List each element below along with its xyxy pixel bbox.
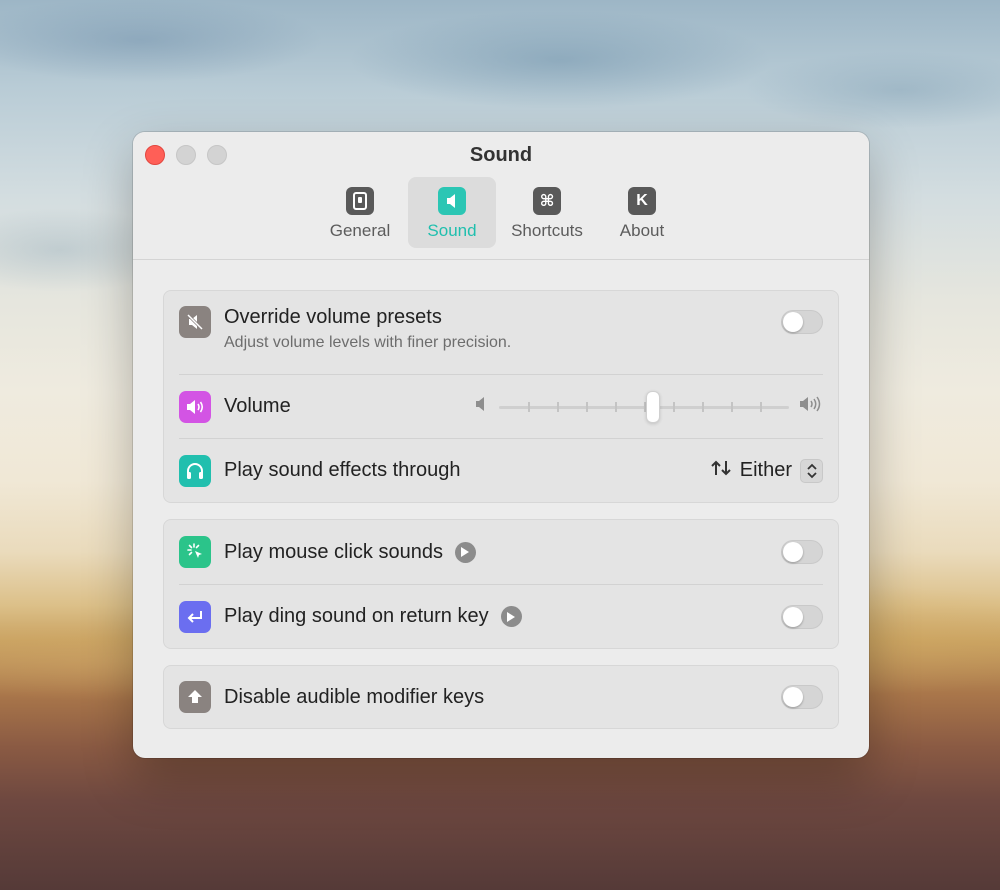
volume-group: Override volume presets Adjust volume le…	[163, 290, 839, 503]
toolbar: Sound General Sound ⌘ Shortcuts K About	[133, 132, 869, 260]
toggle-knob	[783, 312, 803, 332]
tab-shortcuts-label: Shortcuts	[511, 221, 583, 240]
sound-output-row: Play sound effects through Either	[179, 438, 823, 502]
sound-output-label: Play sound effects through	[224, 459, 461, 481]
volume-high-icon	[799, 395, 823, 418]
modifier-keys-label: Disable audible modifier keys	[224, 685, 485, 708]
tab-shortcuts[interactable]: ⌘ Shortcuts	[500, 177, 594, 248]
settings-window: Sound General Sound ⌘ Shortcuts K About	[133, 132, 869, 758]
slider-tick	[586, 401, 588, 412]
shift-key-icon	[179, 681, 211, 713]
mouse-click-row: Play mouse click sounds	[179, 520, 823, 584]
volume-slider[interactable]	[499, 390, 789, 423]
slider-tick	[702, 401, 704, 412]
window-title: Sound	[469, 144, 533, 166]
general-icon	[346, 187, 374, 215]
volume-slider-control	[475, 390, 823, 423]
slider-tick	[731, 401, 733, 412]
speaker-icon	[438, 187, 466, 215]
override-volume-row: Override volume presets Adjust volume le…	[179, 291, 823, 374]
play-preview-icon[interactable]	[454, 541, 476, 563]
arrows-swap-icon	[710, 459, 732, 483]
chevron-updown-icon	[800, 458, 823, 483]
command-icon: ⌘	[533, 187, 561, 215]
preferences-tabs: General Sound ⌘ Shortcuts K About	[133, 177, 869, 248]
volume-low-icon	[475, 396, 489, 417]
toggle-knob	[783, 606, 803, 627]
sound-output-value: Either	[739, 459, 792, 481]
override-toggle[interactable]	[781, 310, 823, 334]
modifier-group: Disable audible modifier keys	[163, 665, 839, 729]
modifier-keys-toggle[interactable]	[781, 685, 823, 709]
override-label: Override volume presets	[224, 306, 442, 328]
slider-tick	[673, 401, 675, 412]
slider-tick	[760, 401, 762, 412]
about-icon: K	[628, 187, 656, 215]
volume-label: Volume	[224, 395, 291, 417]
feedback-group: Play mouse click sounds Play ding sound …	[163, 519, 839, 649]
return-ding-toggle[interactable]	[781, 604, 823, 629]
tab-general[interactable]: General	[316, 177, 404, 248]
return-ding-label: Play ding sound on return key	[224, 605, 489, 627]
slider-tick	[615, 401, 617, 412]
speaker-wave-icon	[179, 390, 211, 423]
slider-tick	[557, 401, 559, 412]
return-key-icon	[179, 600, 211, 633]
override-description: Adjust volume levels with finer precisio…	[224, 334, 512, 351]
mouse-click-label: Play mouse click sounds	[224, 540, 443, 563]
tab-general-label: General	[329, 221, 391, 240]
tab-sound[interactable]: Sound	[408, 177, 496, 248]
slider-tick	[528, 401, 530, 412]
tab-about-label: About	[619, 221, 665, 240]
tab-about[interactable]: K About	[598, 177, 686, 248]
speaker-muted-icon	[179, 306, 211, 338]
mouse-click-toggle[interactable]	[781, 540, 823, 564]
volume-slider-thumb[interactable]	[646, 390, 660, 423]
sound-output-select[interactable]: Either	[710, 458, 823, 483]
play-preview-icon[interactable]	[500, 606, 522, 627]
modifier-keys-row: Disable audible modifier keys	[179, 666, 823, 728]
tab-sound-label: Sound	[427, 221, 477, 240]
volume-row: Volume	[179, 374, 823, 438]
cursor-click-icon	[179, 536, 211, 568]
override-text: Override volume presets Adjust volume le…	[224, 306, 511, 352]
toggle-knob	[783, 687, 803, 707]
toggle-knob	[783, 542, 803, 562]
return-ding-row: Play ding sound on return key	[179, 584, 823, 648]
headphones-icon	[179, 454, 211, 487]
settings-content: Override volume presets Adjust volume le…	[163, 290, 839, 745]
